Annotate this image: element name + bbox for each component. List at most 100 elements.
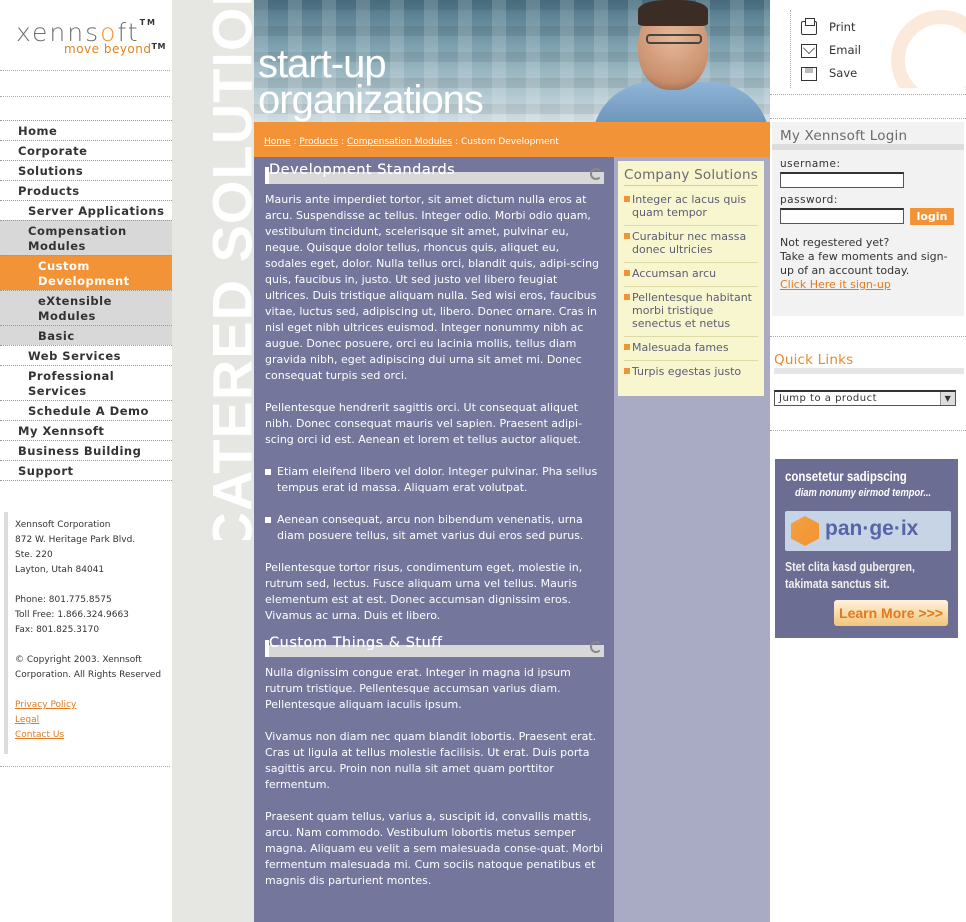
product-select[interactable]: Jump to a product ▼ — [774, 390, 956, 406]
paragraph: Pellentesque hendrerit sagittis orci. Ut… — [265, 401, 583, 446]
logo-tagline: move beyondTM — [64, 42, 166, 56]
page-tools: Print Email Save — [790, 10, 966, 88]
username-label: username: — [780, 158, 841, 170]
phone: Phone: 801.775.8575 — [15, 595, 112, 605]
main-content: Development Standards Mauris ante imperd… — [254, 157, 614, 922]
nav-item-server-applications[interactable]: Server Applications — [0, 200, 172, 220]
company-solutions-title: Company Solutions — [624, 167, 758, 186]
solution-link[interactable]: Malesuada fames — [624, 337, 758, 361]
divider — [770, 336, 966, 337]
vertical-banner-text: CATERED SOLUTIONS — [200, 0, 255, 540]
quick-links-title: Quick Links — [774, 352, 964, 374]
privacy-policy-link[interactable]: Privacy Policy — [15, 700, 76, 710]
solution-link[interactable]: Pellentesque habitant morbi tristique se… — [624, 287, 758, 337]
company-address: Xennsoft Corporation 872 W. Heritage Par… — [4, 512, 172, 754]
not-registered-text: Not regestered yet? — [780, 236, 890, 249]
nav-item-products[interactable]: Products — [0, 180, 172, 200]
nav-item-web-services[interactable]: Web Services — [0, 345, 172, 365]
password-label: password: — [780, 194, 838, 206]
paragraph: Pellentesque tortor risus, condimentum e… — [265, 561, 583, 622]
breadcrumb-home[interactable]: Home — [264, 137, 291, 147]
paragraph: Vivamus non diam nec quam blandit lobort… — [265, 730, 597, 791]
refresh-icon — [590, 168, 602, 180]
ad-subheadline: diam nonumy eirmod tempor... — [795, 487, 932, 499]
print-button[interactable]: Print — [801, 17, 966, 41]
divider — [0, 70, 170, 71]
divider — [0, 766, 170, 767]
nav-item-custom-development[interactable]: Custom Development — [0, 255, 172, 290]
breadcrumb: Home : Products : Compensation Modules :… — [254, 122, 770, 157]
company-name: Xennsoft Corporation — [15, 520, 111, 530]
solution-link[interactable]: Curabitur nec massa donec ultricies — [624, 226, 758, 263]
nav-item-schedule-demo[interactable]: Schedule A Demo — [0, 400, 172, 420]
toll-free: Toll Free: 1.866.324.9663 — [15, 610, 129, 620]
envelope-icon — [801, 43, 817, 58]
signup-blurb: Take a few moments and sign-up of an acc… — [780, 250, 948, 277]
login-title: My Xennsoft Login — [772, 128, 964, 150]
paragraph: Nulla dignissim congue erat. Integer in … — [265, 666, 571, 711]
side-panel: Company Solutions Integer ac lacus quis … — [614, 157, 770, 922]
copyright-2: Corporation. All Rights Reserved — [15, 670, 162, 680]
section-heading: Development Standards — [265, 162, 604, 184]
nav-item-business-building[interactable]: Business Building — [0, 440, 172, 460]
logo[interactable]: xennsoftTM move beyondTM — [0, 0, 172, 70]
breadcrumb-current: Custom Development — [460, 137, 559, 147]
login-button[interactable]: login — [910, 208, 954, 225]
chevron-down-icon[interactable]: ▼ — [940, 392, 955, 405]
nav-item-my-xennsoft[interactable]: My Xennsoft — [0, 420, 172, 440]
solution-link[interactable]: Integer ac lacus quis quam tempor — [624, 189, 758, 226]
paragraph: Praesent quam tellus, varius a, suscipit… — [265, 810, 604, 887]
learn-more-button[interactable]: Learn More >>> — [834, 600, 948, 626]
vertical-banner: CATERED SOLUTIONS — [172, 0, 254, 922]
left-column: xennsoftTM move beyondTM Home Corporate … — [0, 0, 172, 922]
save-button[interactable]: Save — [801, 64, 966, 87]
list-item: Etiam eleifend libero vel dolor. Integer… — [265, 464, 604, 496]
nav-item-corporate[interactable]: Corporate — [0, 140, 172, 160]
disk-icon — [801, 66, 817, 81]
cube-icon — [791, 516, 819, 546]
contact-us-link[interactable]: Contact Us — [15, 730, 64, 740]
solution-link[interactable]: Turpis egestas justo — [624, 361, 758, 384]
list-item: Aenean consequat, arcu non bibendum vene… — [265, 512, 604, 544]
email-button[interactable]: Email — [801, 41, 966, 64]
copyright: © Copyright 2003. Xennsoft — [15, 655, 142, 665]
right-column: Print Email Save My Xennsoft Login usern… — [770, 0, 966, 922]
nav-item-home[interactable]: Home — [0, 120, 172, 140]
login-box: My Xennsoft Login username: password: lo… — [772, 122, 964, 316]
divider — [770, 94, 966, 95]
fax: Fax: 801.825.3170 — [15, 625, 100, 635]
nav-item-compensation-modules[interactable]: Compensation Modules — [0, 220, 172, 255]
ad-body: Stet clita kasd gubergren, takimata sanc… — [785, 560, 915, 591]
username-input[interactable] — [780, 172, 904, 188]
legal-link[interactable]: Legal — [15, 715, 39, 725]
breadcrumb-compensation-modules[interactable]: Compensation Modules — [347, 137, 452, 147]
breadcrumb-products[interactable]: Products — [299, 137, 338, 147]
nav-item-solutions[interactable]: Solutions — [0, 160, 172, 180]
nav-item-extensible-modules[interactable]: eXtensible Modules — [0, 290, 172, 325]
paragraph: Mauris ante imperdiet tortor, sit amet d… — [265, 193, 600, 382]
advertisement-banner[interactable]: consetetur sadipscing diam nonumy eirmod… — [775, 459, 958, 638]
signup-link[interactable]: Click Here it sign-up — [780, 278, 891, 291]
ad-headline: consetetur sadipscing — [785, 469, 907, 484]
section-heading: Custom Things & Stuff — [265, 635, 604, 657]
solution-link[interactable]: Accumsan arcu — [624, 263, 758, 287]
section-title-development-standards: Development Standards — [269, 162, 456, 178]
pangeix-logo: pan·ge·ix — [785, 511, 951, 551]
password-input[interactable] — [780, 208, 904, 224]
quick-links: Quick Links Jump to a product ▼ — [774, 352, 964, 406]
street: 872 W. Heritage Park Blvd. — [15, 535, 136, 545]
hero-title-line2: organizations — [258, 78, 484, 122]
nav-item-professional-services[interactable]: Professional Services — [0, 365, 172, 400]
nav-item-basic[interactable]: Basic — [0, 325, 172, 345]
refresh-icon — [590, 641, 602, 653]
hero-banner: start-up organizations — [254, 0, 770, 122]
divider — [770, 430, 966, 431]
divider — [770, 118, 966, 119]
main-nav: Home Corporate Solutions Products Server… — [0, 120, 172, 481]
suite: Ste. 220 — [15, 550, 53, 560]
divider — [0, 96, 170, 97]
city: Layton, Utah 84041 — [15, 565, 105, 575]
nav-item-support[interactable]: Support — [0, 460, 172, 480]
printer-icon — [801, 17, 817, 35]
company-solutions-box: Company Solutions Integer ac lacus quis … — [618, 161, 764, 396]
